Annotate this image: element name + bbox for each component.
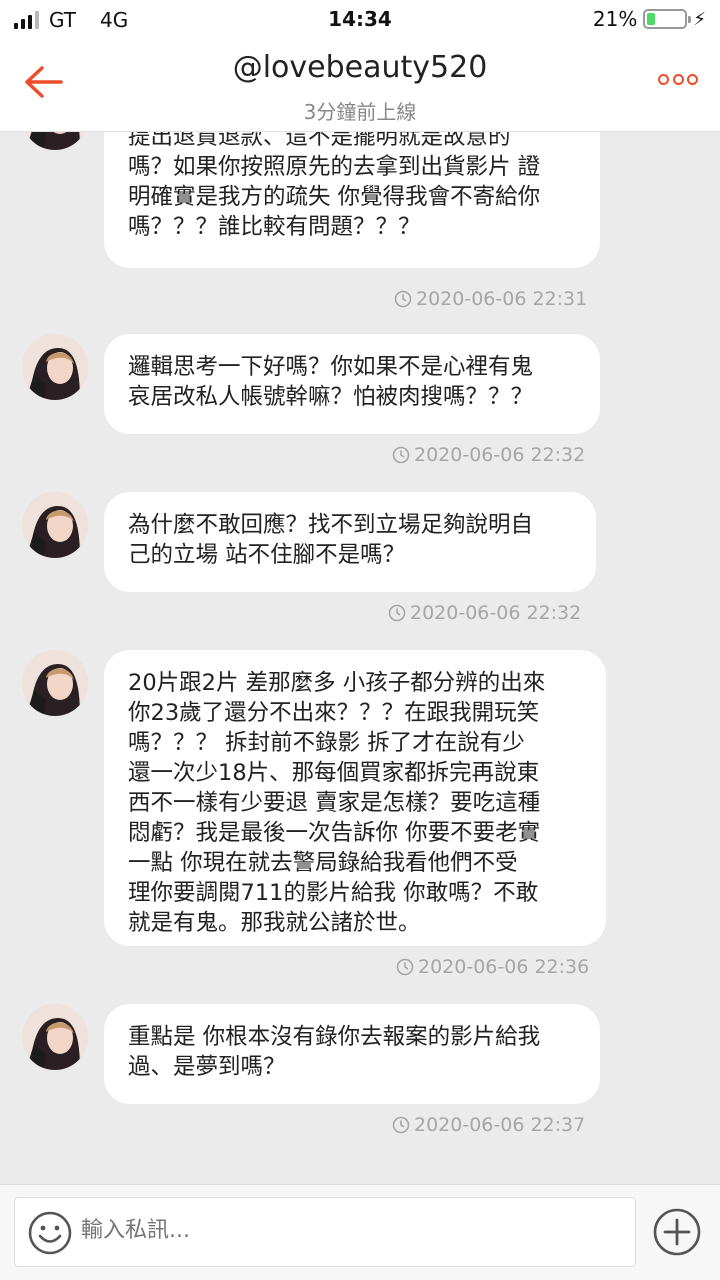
timestamp-text: 2020-06-06 22:32: [410, 602, 582, 624]
status-right: 21% ⚡: [593, 7, 706, 31]
clock-icon: [392, 1116, 410, 1134]
message-timestamp: 2020-06-06 22:31: [394, 288, 587, 310]
message-bubble[interactable]: 20片跟2片 差那麼多 小孩子都分辨的出來 你23歲了還分不出來？？？在跟我開玩…: [104, 650, 606, 946]
last-online-status: 3分鐘前上線: [303, 100, 417, 124]
timestamp-text: 2020-06-06 22:36: [418, 956, 590, 978]
message-input-bar: [0, 1184, 720, 1280]
battery-icon: [643, 9, 692, 29]
message-bubble[interactable]: 再來 你用者蝦皮的機制問題 故意三天內 提出退貨退款、這不是擺明就是故意的 嗎？…: [104, 132, 600, 268]
chat-title: @lovebeauty520: [232, 50, 488, 85]
status-bar: GT 4G 14:34 21% ⚡: [0, 0, 720, 38]
battery-percent: 21%: [592, 7, 638, 31]
message-input[interactable]: [81, 1218, 621, 1243]
plus-circle-icon[interactable]: [652, 1207, 702, 1257]
avatar[interactable]: [22, 1004, 88, 1070]
message-timestamp: 2020-06-06 22:32: [388, 602, 581, 624]
clock-icon: [394, 290, 412, 308]
message-input-box[interactable]: [14, 1197, 636, 1267]
chat-messages[interactable]: 再來 你用者蝦皮的機制問題 故意三天內 提出退貨退款、這不是擺明就是故意的 嗎？…: [0, 132, 720, 1184]
message-timestamp: 2020-06-06 22:37: [392, 1114, 585, 1136]
more-dots-icon[interactable]: [658, 74, 698, 90]
avatar[interactable]: [22, 334, 88, 400]
charging-bolt-icon: ⚡: [693, 8, 706, 30]
avatar[interactable]: [22, 132, 88, 150]
message-bubble[interactable]: 為什麼不敢回應？找不到立場足夠說明自 己的立場 站不住腳不是嗎？: [104, 492, 596, 592]
message-timestamp: 2020-06-06 22:36: [396, 956, 589, 978]
message-bubble[interactable]: 邏輯思考一下好嗎？你如果不是心裡有鬼 哀居改私人帳號幹嘛？怕被肉搜嗎？？？: [104, 334, 600, 434]
message-bubble[interactable]: 重點是 你根本沒有錄你去報案的影片給我 過、是夢到嗎？: [104, 1004, 600, 1104]
clock-icon: [396, 958, 414, 976]
chat-header: @lovebeauty520 3分鐘前上線: [0, 38, 720, 132]
message-timestamp: 2020-06-06 22:32: [392, 444, 585, 466]
timestamp-text: 2020-06-06 22:31: [416, 288, 588, 310]
clock-icon: [392, 446, 410, 464]
timestamp-text: 2020-06-06 22:32: [414, 444, 586, 466]
battery-level-fill: [647, 13, 655, 25]
timestamp-text: 2020-06-06 22:37: [414, 1114, 586, 1136]
avatar[interactable]: [22, 650, 88, 716]
smiley-icon[interactable]: [27, 1210, 73, 1256]
avatar[interactable]: [22, 492, 88, 558]
clock-icon: [388, 604, 406, 622]
